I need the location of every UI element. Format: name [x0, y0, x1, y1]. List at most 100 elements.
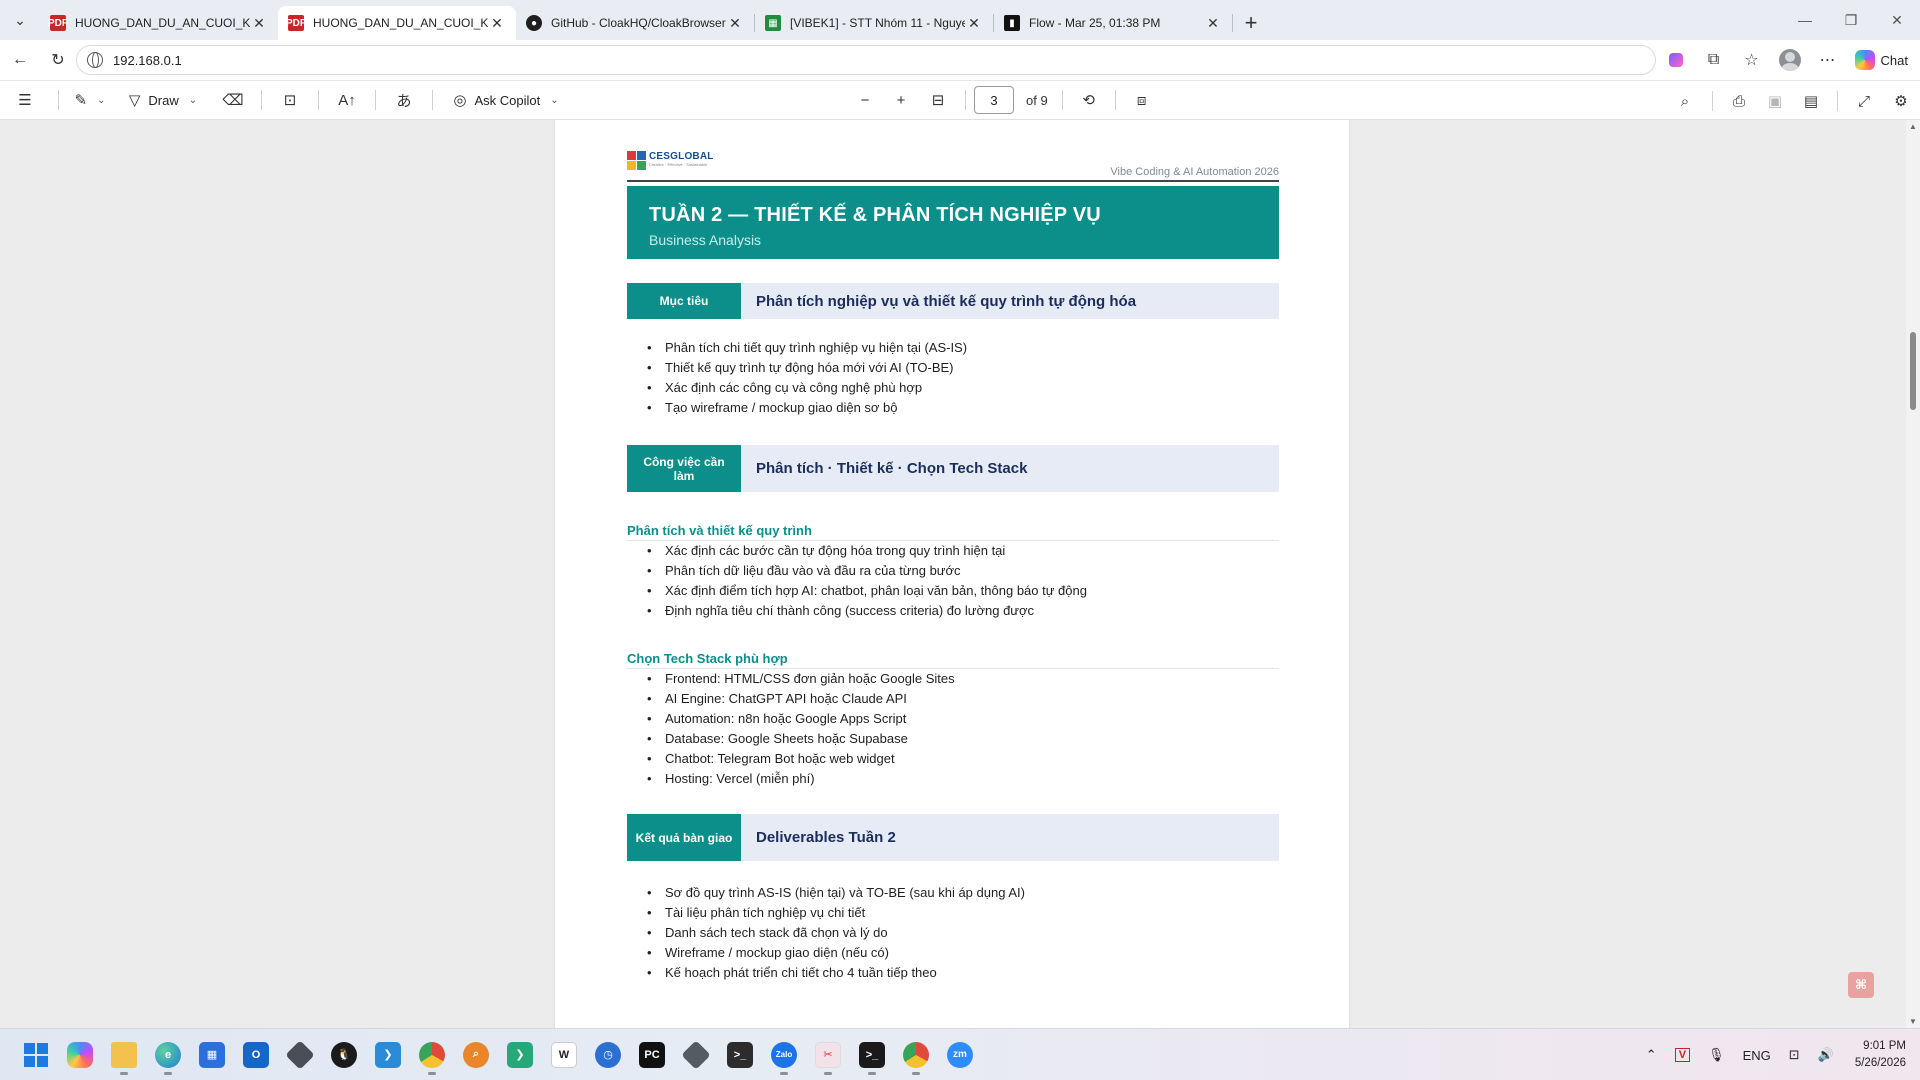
refresh-icon[interactable]: ↻: [40, 44, 76, 76]
pdf-icon: PDF: [286, 15, 306, 31]
chrome-profile-icon[interactable]: [894, 1033, 938, 1077]
copilot-outline-icon: ◎: [453, 92, 467, 109]
file-explorer-icon[interactable]: [102, 1033, 146, 1077]
list-item: Danh sách tech stack đã chọn và lý do: [647, 923, 1025, 943]
list-item: Frontend: HTML/CSS đơn giản hoặc Google …: [647, 669, 955, 689]
zoom-out-icon[interactable]: −: [847, 80, 883, 120]
scroll-up-icon[interactable]: ▲: [1909, 122, 1917, 131]
wps-icon[interactable]: W: [542, 1033, 586, 1077]
copilot-app-icon[interactable]: [58, 1033, 102, 1077]
pdf-viewport[interactable]: CESGLOBAL Creative · Effective · Sustain…: [0, 120, 1920, 1028]
extensions-icon[interactable]: ⧉: [1695, 40, 1733, 80]
profile-avatar[interactable]: [1771, 40, 1809, 80]
terminal-icon[interactable]: >_: [718, 1033, 762, 1077]
visual-studio-icon[interactable]: ❯: [498, 1033, 542, 1077]
restore-icon[interactable]: ❐: [1828, 0, 1874, 40]
pycharm-icon[interactable]: PC: [630, 1033, 674, 1077]
fullscreen-icon[interactable]: ⤢: [1846, 81, 1882, 121]
chevron-up-icon[interactable]: ⌃: [1637, 1047, 1666, 1063]
outlook-icon[interactable]: O: [234, 1033, 278, 1077]
tab-5[interactable]: ▮ Flow - Mar 25, 01:38 PM ✕: [994, 6, 1232, 40]
tab-1[interactable]: PDF HUONG_DAN_DU_AN_CUOI_KHOA ✕: [40, 6, 278, 40]
tab-2[interactable]: PDF HUONG_DAN_DU_AN_CUOI_KHOA ✕: [278, 6, 516, 40]
new-tab-button[interactable]: +: [1233, 6, 1269, 40]
save-as-icon[interactable]: ▤: [1793, 81, 1829, 121]
microsoft-store-icon[interactable]: ▦: [190, 1033, 234, 1077]
cmd-icon[interactable]: >_: [850, 1033, 894, 1077]
copilot-chat-button[interactable]: Chat: [1847, 40, 1920, 80]
windows-taskbar: e ▦ O 🐧 ❯ ⌕ ❯ W ◷ PC >_ Zalo ✂ >_ zm ⌃ V…: [0, 1028, 1920, 1080]
app-cube-icon[interactable]: [278, 1033, 322, 1077]
pdf-page: CESGLOBAL Creative · Effective · Sustain…: [555, 120, 1349, 1028]
network-icon[interactable]: ⊡: [1780, 1047, 1809, 1063]
tab-4[interactable]: ▦ [VIBEK1] - STT Nhóm 11 - Nguyen ✕: [755, 6, 993, 40]
tab-actions-menu-icon[interactable]: ⌄: [0, 0, 40, 40]
close-icon[interactable]: ✕: [1204, 15, 1222, 32]
settings-gear-icon[interactable]: ⚙: [1882, 81, 1920, 121]
fit-page-icon[interactable]: ⊟: [919, 80, 957, 120]
logo-mark-icon: [627, 151, 646, 170]
tab-title: HUONG_DAN_DU_AN_CUOI_KHOA: [75, 16, 250, 30]
search-icon[interactable]: ⌕: [1666, 81, 1704, 121]
highlight-button[interactable]: ✎ ⌄: [67, 80, 113, 120]
back-icon[interactable]: ←: [2, 44, 38, 76]
page-view-icon[interactable]: ⧈: [1124, 80, 1160, 120]
translate-icon[interactable]: あ: [384, 80, 424, 120]
tab-3[interactable]: ● GitHub - CloakHQ/CloakBrowser: S ✕: [516, 6, 754, 40]
list-item: Automation: n8n hoặc Google Apps Script: [647, 709, 955, 729]
list-item: AI Engine: ChatGPT API hoặc Claude API: [647, 689, 955, 709]
objectives-list: Phân tích chi tiết quy trình nghiệp vụ h…: [647, 338, 967, 418]
vietkey-icon[interactable]: V: [1666, 1048, 1699, 1062]
close-window-icon[interactable]: ✕: [1874, 0, 1920, 40]
list-item: Xác định điểm tích hợp AI: chatbot, phân…: [647, 581, 1087, 601]
search-app-icon[interactable]: ⌕: [454, 1033, 498, 1077]
close-icon[interactable]: ✕: [726, 15, 744, 32]
clock-app-icon[interactable]: ◷: [586, 1033, 630, 1077]
eraser-icon[interactable]: ⌫: [213, 80, 253, 120]
edge-icon[interactable]: e: [146, 1033, 190, 1077]
close-icon[interactable]: ✕: [488, 15, 506, 32]
ask-copilot-button[interactable]: ◎ Ask Copilot ⌄: [441, 80, 571, 120]
close-icon[interactable]: ✕: [965, 15, 983, 32]
microphone-icon[interactable]: 🎙: [1699, 1047, 1734, 1063]
tech-stack-list: Frontend: HTML/CSS đơn giản hoặc Google …: [647, 669, 955, 789]
snipping-tool-icon[interactable]: ✂: [806, 1033, 850, 1077]
list-item: Phân tích chi tiết quy trình nghiệp vụ h…: [647, 338, 967, 358]
text-box-icon[interactable]: ⊡: [270, 80, 310, 120]
qq-icon[interactable]: 🐧: [322, 1033, 366, 1077]
vscode-icon[interactable]: ❯: [366, 1033, 410, 1077]
draw-button[interactable]: ▽ Draw ⌄: [113, 80, 213, 120]
clock[interactable]: 9:01 PM 5/26/2026: [1843, 1038, 1920, 1072]
contents-list-icon[interactable]: ☰: [0, 80, 50, 120]
print-icon[interactable]: ⎙: [1721, 81, 1757, 121]
zoom-icon[interactable]: zm: [938, 1033, 982, 1077]
minimize-icon[interactable]: —: [1782, 0, 1828, 40]
rotate-icon[interactable]: ⟲: [1071, 80, 1107, 120]
app-cube-2-icon[interactable]: [674, 1033, 718, 1077]
windows-start-icon[interactable]: [14, 1033, 58, 1077]
chrome-icon[interactable]: [410, 1033, 454, 1077]
save-icon[interactable]: ▣: [1757, 81, 1793, 121]
close-icon[interactable]: ✕: [250, 15, 268, 32]
list-item: Database: Google Sheets hoặc Supabase: [647, 729, 955, 749]
tab-strip: ⌄ PDF HUONG_DAN_DU_AN_CUOI_KHOA ✕ PDF HU…: [0, 0, 1920, 40]
acrobat-icon[interactable]: ⌘: [1848, 972, 1874, 998]
more-menu-icon[interactable]: ⋯: [1809, 40, 1847, 80]
list-item: Tài liệu phân tích nghiệp vụ chi tiết: [647, 903, 1025, 923]
scroll-down-icon[interactable]: ▼: [1909, 1017, 1917, 1026]
toolbar-separator: [432, 90, 433, 110]
read-aloud-icon[interactable]: A↑: [327, 80, 367, 120]
zalo-icon[interactable]: Zalo: [762, 1033, 806, 1077]
tab-title: Flow - Mar 25, 01:38 PM: [1029, 16, 1161, 30]
copilot-extension-icon[interactable]: [1657, 40, 1695, 80]
scrollbar-thumb[interactable]: [1910, 332, 1916, 410]
chevron-down-icon: ⌄: [550, 94, 559, 106]
favorites-icon[interactable]: ☆: [1733, 40, 1771, 80]
url-input[interactable]: 192.168.0.1: [76, 45, 1656, 75]
volume-icon[interactable]: 🔊: [1809, 1047, 1843, 1063]
vertical-scrollbar[interactable]: ▲ ▼: [1906, 120, 1920, 1028]
zoom-in-icon[interactable]: +: [883, 80, 919, 120]
page-number-input[interactable]: 3: [974, 86, 1014, 114]
section-tag: Mục tiêu: [627, 283, 741, 319]
language-indicator[interactable]: ENG: [1734, 1048, 1780, 1063]
